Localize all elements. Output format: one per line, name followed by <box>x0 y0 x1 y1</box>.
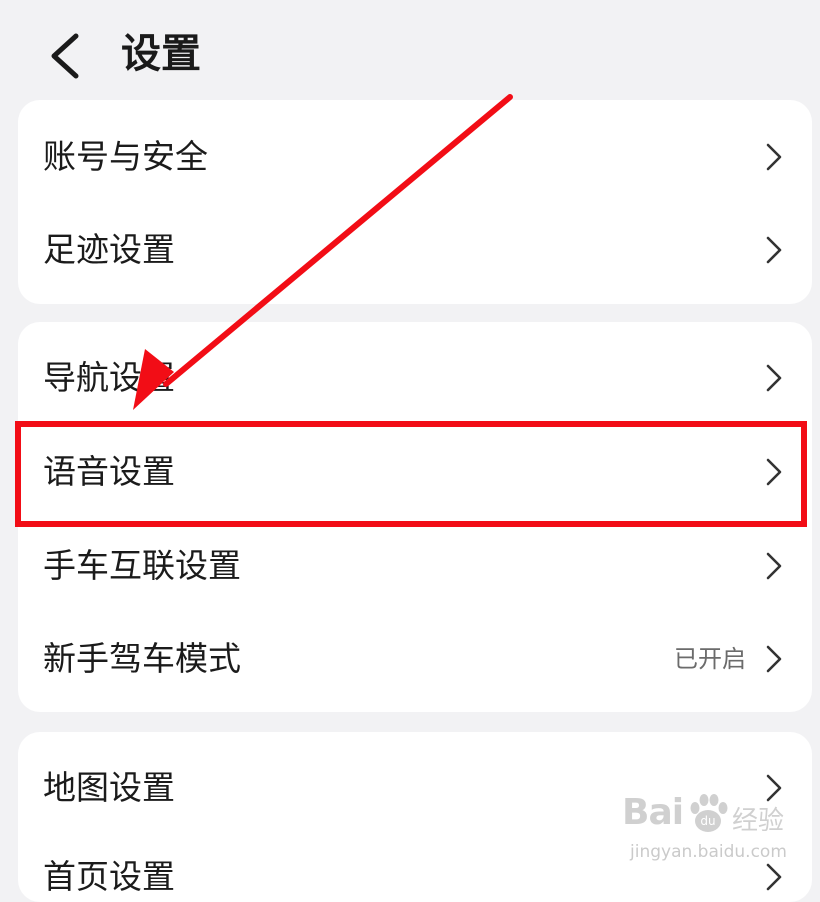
settings-item-label: 账号与安全 <box>43 137 208 176</box>
chevron-right-icon <box>766 552 782 580</box>
chevron-right-icon <box>766 236 782 264</box>
settings-item-map[interactable]: 地图设置 <box>18 741 812 835</box>
settings-group-display: 地图设置 首页设置 <box>18 732 812 902</box>
settings-item-label: 足迹设置 <box>43 230 175 269</box>
settings-item-label: 导航设置 <box>43 358 175 397</box>
back-arrow-icon <box>51 33 79 79</box>
settings-group-navigation: 导航设置 语音设置 手车互联设置 新手驾车模式 已开启 <box>18 322 812 712</box>
settings-item-label: 语音设置 <box>43 452 175 491</box>
chevron-right-icon <box>766 458 782 486</box>
settings-item-homepage[interactable]: 首页设置 <box>18 830 812 902</box>
settings-item-voice[interactable]: 语音设置 <box>18 425 812 519</box>
header: 设置 <box>0 0 820 100</box>
settings-item-label: 首页设置 <box>43 857 175 896</box>
settings-item-footprint[interactable]: 足迹设置 <box>18 203 812 297</box>
back-button[interactable] <box>40 28 96 84</box>
settings-item-label: 地图设置 <box>43 768 175 807</box>
settings-item-label: 新手驾车模式 <box>43 639 241 678</box>
settings-item-novice-driving[interactable]: 新手驾车模式 已开启 <box>18 612 812 706</box>
settings-item-phone-car-link[interactable]: 手车互联设置 <box>18 519 812 613</box>
settings-item-navigation[interactable]: 导航设置 <box>18 331 812 425</box>
chevron-right-icon <box>766 774 782 802</box>
chevron-right-icon <box>766 143 782 171</box>
chevron-right-icon <box>766 863 782 891</box>
chevron-right-icon <box>766 645 782 673</box>
settings-item-account-security[interactable]: 账号与安全 <box>18 110 812 204</box>
chevron-right-icon <box>766 364 782 392</box>
page-title: 设置 <box>121 31 201 77</box>
settings-item-label: 手车互联设置 <box>43 546 241 585</box>
settings-group-account: 账号与安全 足迹设置 <box>18 100 812 304</box>
status-value: 已开启 <box>674 645 746 673</box>
